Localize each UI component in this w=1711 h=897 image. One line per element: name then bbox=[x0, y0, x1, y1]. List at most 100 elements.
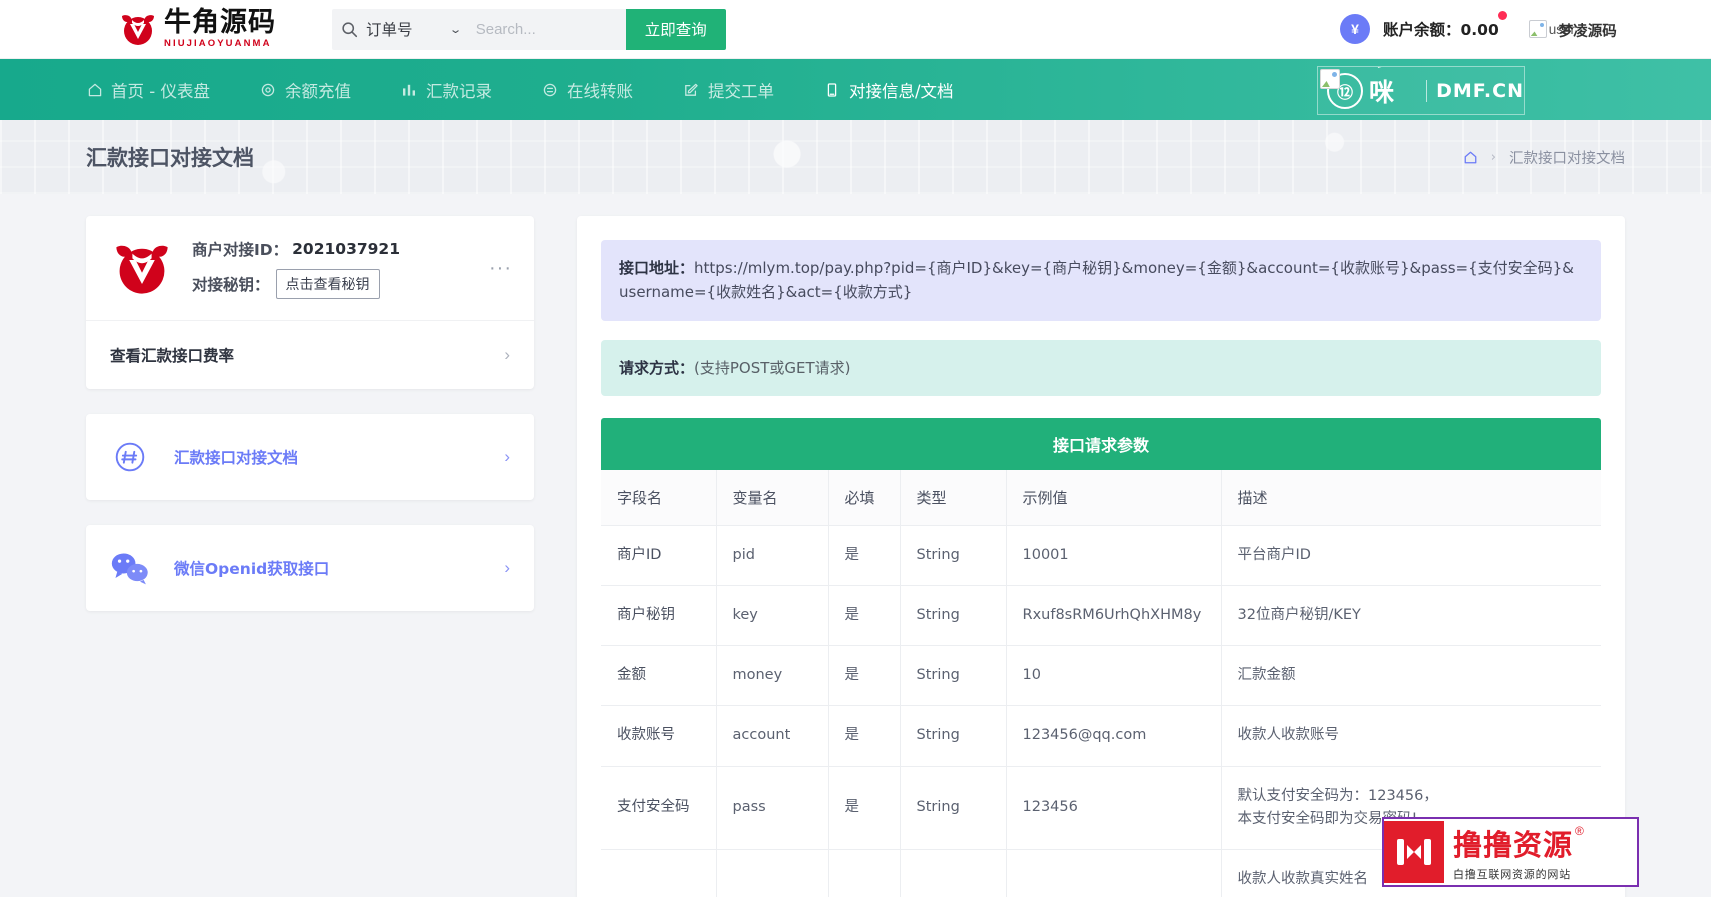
top-bar: 牛角源码 NIUJIAOYUANMA 订单号 ⌄ 立即查询 ¥ 账户余额：0.0… bbox=[0, 0, 1711, 59]
chevron-down-icon: ⌄ bbox=[448, 23, 462, 36]
user-chip[interactable]: user 梦凌源码 bbox=[1528, 17, 1617, 41]
wechat-icon bbox=[110, 548, 150, 588]
breadcrumb-current: 汇款接口对接文档 bbox=[1509, 150, 1625, 167]
sidebar-link-docs[interactable]: 汇款接口对接文档 › bbox=[86, 414, 534, 500]
table-row: 商户ID pid 是 String 10001 平台商户ID bbox=[601, 525, 1601, 587]
search-icon bbox=[332, 21, 366, 38]
breadcrumb-home-icon[interactable] bbox=[1463, 150, 1478, 165]
docs-panel: 接口地址：https://mlym.top/pay.php?pid={商户ID}… bbox=[577, 216, 1625, 897]
user-name: 梦凌源码 bbox=[1558, 24, 1617, 40]
cell-required: 是 bbox=[828, 766, 901, 851]
merchant-key-row: 对接秘钥： 点击查看秘钥 bbox=[192, 268, 512, 299]
cell-variable: account bbox=[716, 705, 829, 767]
site-logo[interactable]: 牛角源码 NIUJIAOYUANMA bbox=[118, 0, 276, 58]
cell-description: 收款人收款账号 bbox=[1221, 705, 1601, 767]
cell-example: 123456@qq.com bbox=[1006, 705, 1222, 767]
home-icon bbox=[86, 81, 103, 98]
th-required: 必填 bbox=[828, 469, 901, 526]
cell-example: 10 bbox=[1006, 645, 1222, 707]
chevron-right-icon: › bbox=[504, 447, 510, 466]
cell-type: String bbox=[900, 525, 1007, 587]
page-content: 商户对接ID： 2021037921 对接秘钥： 点击查看秘钥 ··· 查看汇款… bbox=[0, 194, 1711, 897]
more-options-icon[interactable]: ··· bbox=[489, 258, 512, 278]
target-icon bbox=[260, 81, 277, 98]
cell-field: 支付安全码 bbox=[601, 766, 717, 851]
docs-column: 接口地址：https://mlym.top/pay.php?pid={商户ID}… bbox=[577, 216, 1625, 897]
book-icon bbox=[824, 81, 841, 98]
merchant-id-label: 商户对接ID： bbox=[192, 240, 289, 259]
cell-type: String bbox=[900, 645, 1007, 707]
banner-broken-image-icon bbox=[1320, 69, 1340, 89]
page-header: 汇款接口对接文档 › 汇款接口对接文档 bbox=[0, 120, 1711, 194]
cell-variable: key bbox=[716, 585, 829, 647]
partner-name-en: DMF.CN bbox=[1436, 79, 1524, 102]
search-category-select[interactable]: 订单号 ⌄ bbox=[366, 9, 474, 50]
search-bar: 订单号 ⌄ 立即查询 bbox=[332, 7, 726, 51]
bull-logo-icon bbox=[118, 9, 158, 49]
cell-example: 10001 bbox=[1006, 525, 1222, 587]
link-label: 微信Openid获取接口 bbox=[174, 560, 330, 578]
edit-square-icon bbox=[683, 81, 700, 98]
table-row: 金额 money 是 String 10 汇款金额 bbox=[601, 645, 1601, 707]
nav-item-docs[interactable]: 对接信息/文档 bbox=[799, 78, 979, 102]
view-key-button[interactable]: 点击查看秘钥 bbox=[275, 268, 380, 299]
watermark-tagline: 白撸互联网资源的网站 bbox=[1453, 868, 1571, 881]
th-description: 描述 bbox=[1221, 469, 1601, 526]
cell-required bbox=[828, 849, 901, 897]
nav-item-recharge[interactable]: 余额充值 bbox=[235, 78, 376, 102]
th-variable: 变量名 bbox=[716, 469, 829, 526]
api-url-alert: 接口地址：https://mlym.top/pay.php?pid={商户ID}… bbox=[601, 240, 1601, 321]
merchant-key-label: 对接秘钥： bbox=[192, 275, 270, 294]
merchant-logo-icon bbox=[110, 236, 174, 300]
link-label: 汇款接口对接文档 bbox=[174, 449, 299, 467]
cell-description: 32位商户秘钥/KEY bbox=[1221, 585, 1601, 647]
hash-circle-icon bbox=[110, 437, 150, 477]
api-method-label: 请求方式： bbox=[619, 358, 695, 377]
main-nav: 首页 - 仪表盘 余额充值 汇款记录 在线转账 提交工单 对接信息/文档 ⑫ 咪… bbox=[0, 59, 1711, 120]
cell-description: 汇款金额 bbox=[1221, 645, 1601, 707]
nav-item-dashboard[interactable]: 首页 - 仪表盘 bbox=[86, 78, 235, 102]
cell-required: 是 bbox=[828, 645, 901, 707]
nav-label: 首页 - 仪表盘 bbox=[111, 81, 210, 101]
api-url-value: https://mlym.top/pay.php?pid={商户ID}&key=… bbox=[619, 259, 1574, 302]
search-category-label: 订单号 bbox=[366, 22, 413, 39]
balance-text: 账户余额：0.00 bbox=[1383, 11, 1507, 40]
table-row: 收款账号 account 是 String 123456@qq.com 收款人收… bbox=[601, 705, 1601, 767]
account-balance[interactable]: ¥ 账户余额：0.00 bbox=[1339, 11, 1507, 44]
sidebar-column: 商户对接ID： 2021037921 对接秘钥： 点击查看秘钥 ··· 查看汇款… bbox=[86, 216, 534, 636]
sidebar-link-wechat-openid[interactable]: 微信Openid获取接口 › bbox=[86, 525, 534, 611]
page-title: 汇款接口对接文档 bbox=[86, 146, 254, 170]
watermark-logo-icon bbox=[1384, 821, 1444, 883]
bar-chart-icon bbox=[401, 81, 418, 98]
app-root: 牛角源码 NIUJIAOYUANMA 订单号 ⌄ 立即查询 ¥ 账户余额：0.0… bbox=[0, 0, 1711, 897]
breadcrumb-separator: › bbox=[1490, 149, 1496, 165]
logo-text-en: NIUJIAOYUANMA bbox=[164, 38, 272, 50]
link-row[interactable]: 汇款接口对接文档 › bbox=[86, 414, 534, 500]
search-submit-button[interactable]: 立即查询 bbox=[625, 8, 726, 50]
merchant-id-value: 2021037921 bbox=[292, 239, 400, 258]
table-row: 商户秘钥 key 是 String Rxuf8sRM6UrhQhXHM8y 32… bbox=[601, 585, 1601, 647]
banner-divider bbox=[1426, 79, 1428, 102]
breadcrumb: › 汇款接口对接文档 bbox=[1463, 147, 1625, 168]
nav-label: 余额充值 bbox=[284, 81, 351, 101]
cell-field: 商户ID bbox=[601, 525, 717, 587]
cell-required: 是 bbox=[828, 585, 901, 647]
nav-label: 提交工单 bbox=[707, 81, 774, 101]
nav-item-records[interactable]: 汇款记录 bbox=[376, 78, 517, 102]
partner-banner[interactable]: ⑫ 哆咪付 DMF.CN bbox=[1317, 66, 1525, 115]
cell-variable: pid bbox=[716, 525, 829, 587]
nav-item-transfer[interactable]: 在线转账 bbox=[517, 78, 658, 102]
fee-rate-row[interactable]: 查看汇款接口费率 › bbox=[86, 321, 534, 389]
search-input[interactable] bbox=[473, 7, 626, 51]
cell-field: 金额 bbox=[601, 645, 717, 707]
cell-example bbox=[1006, 849, 1222, 897]
cell-field: 商户秘钥 bbox=[601, 585, 717, 647]
link-row[interactable]: 微信Openid获取接口 › bbox=[86, 525, 534, 611]
top-bar-right: ¥ 账户余额：0.00 user 梦凌源码 bbox=[1339, 0, 1617, 58]
merchant-card: 商户对接ID： 2021037921 对接秘钥： 点击查看秘钥 ··· 查看汇款… bbox=[86, 216, 534, 389]
nav-item-ticket[interactable]: 提交工单 bbox=[658, 78, 799, 102]
table-header-row: 字段名 变量名 必填 类型 示例值 描述 bbox=[601, 469, 1601, 526]
logo-text-cn: 牛角源码 bbox=[164, 7, 276, 39]
yen-icon: ¥ bbox=[1339, 14, 1370, 44]
cell-field: 收款账号 bbox=[601, 705, 717, 767]
